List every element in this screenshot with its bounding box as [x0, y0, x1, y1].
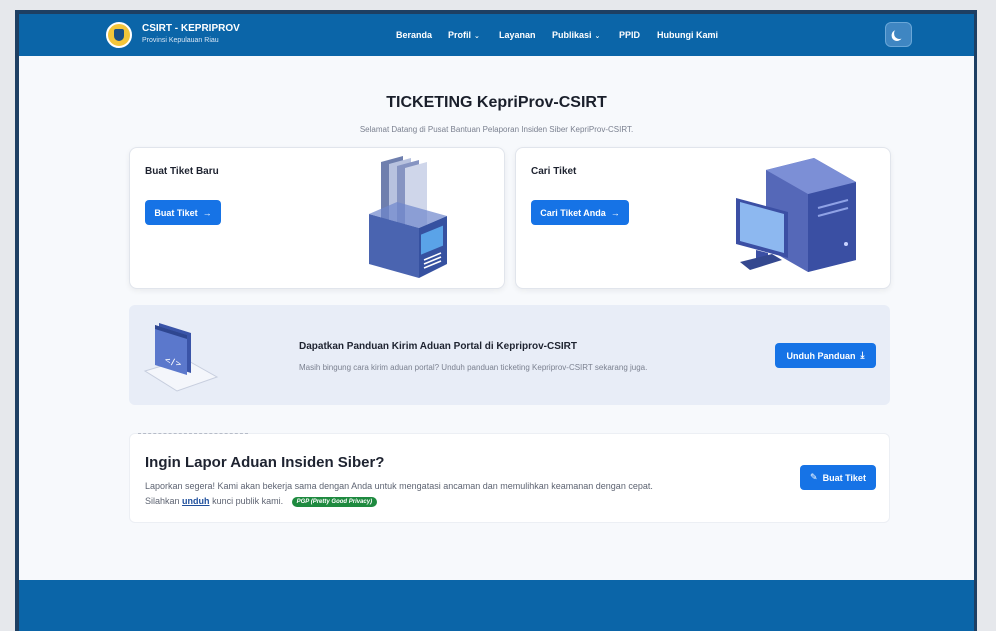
nav-profil[interactable]: Profil ⌄ [448, 30, 480, 40]
brand-title[interactable]: CSIRT - KEPRIPROV [142, 23, 240, 34]
chevron-down-icon: ⌄ [594, 33, 601, 40]
report-public-key-suffix: kunci publik kami. [212, 496, 284, 506]
nav-publikasi[interactable]: Publikasi ⌄ [552, 30, 600, 40]
report-title: Ingin Lapor Aduan Insiden Siber? [145, 454, 385, 471]
create-ticket-button[interactable]: Buat Tiket → [145, 200, 221, 225]
chevron-down-icon: ⌄ [474, 33, 480, 40]
divider [138, 433, 248, 434]
theme-toggle-button[interactable] [885, 22, 912, 47]
guide-banner: </> Dapatkan Panduan Kirim Aduan Portal … [129, 305, 890, 405]
nav-layanan[interactable]: Layanan [499, 30, 536, 40]
arrow-right-icon: → [202, 207, 212, 218]
download-guide-button[interactable]: Unduh Panduan ⤓ [775, 343, 876, 368]
download-icon: ⤓ [860, 350, 865, 360]
page: CSIRT - KEPRIPROV Provinsi Kepulauan Ria… [19, 14, 974, 631]
download-public-key-link[interactable]: unduh [182, 496, 210, 506]
nav-ppid[interactable]: PPID [619, 30, 640, 40]
find-ticket-card-title: Cari Tiket [531, 166, 577, 177]
page-title: TICKETING KepriProv-CSIRT [386, 94, 607, 111]
guide-description: Masih bingung cara kirim aduan portal? U… [299, 363, 648, 372]
report-public-key-line: Silahkan unduh kunci publik kami. PGP (P… [145, 496, 378, 507]
guide-title: Dapatkan Panduan Kirim Aduan Portal di K… [299, 341, 577, 352]
pgp-badge: PGP (Pretty Good Privacy) [291, 497, 378, 507]
brand-subtitle: Provinsi Kepulauan Riau [142, 37, 219, 44]
find-ticket-button[interactable]: Cari Tiket Anda → [531, 200, 629, 225]
new-ticket-card: Buat Tiket Baru Buat Tiket → [129, 147, 505, 289]
document-box-icon [369, 156, 447, 278]
new-ticket-card-title: Buat Tiket Baru [145, 166, 219, 177]
create-report-ticket-button[interactable]: ✎ Buat Tiket [800, 465, 876, 490]
footer [19, 580, 974, 631]
arrow-right-icon: → [610, 207, 620, 218]
desktop-computer-icon [736, 158, 856, 272]
nav-hubungi-kami[interactable]: Hubungi Kami [657, 30, 718, 40]
moon-icon [892, 26, 906, 40]
report-public-key-prefix: Silahkan [145, 496, 180, 506]
nav-beranda[interactable]: Beranda [396, 30, 432, 40]
csirt-logo-icon[interactable] [106, 22, 132, 48]
find-ticket-card: Cari Tiket Cari Tiket Anda → [515, 147, 891, 289]
navbar: CSIRT - KEPRIPROV Provinsi Kepulauan Ria… [19, 14, 974, 56]
report-description: Laporkan segera! Kami akan bekerja sama … [145, 481, 653, 491]
page-subtitle: Selamat Datang di Pusat Bantuan Pelapora… [359, 125, 634, 134]
report-section: Ingin Lapor Aduan Insiden Siber? Laporka… [129, 433, 890, 523]
pencil-icon: ✎ [810, 472, 818, 482]
code-window-icon: </> [143, 323, 219, 392]
